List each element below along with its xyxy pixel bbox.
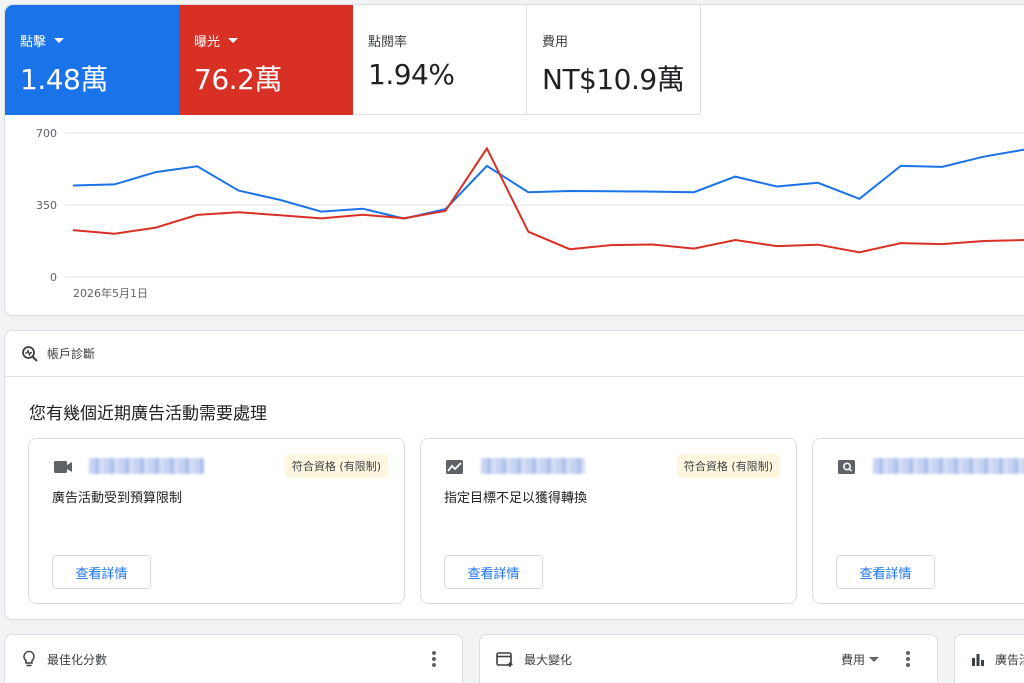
metric-value: 1.48萬 [20, 63, 108, 96]
diagnostics-header: 帳戶診斷 [5, 331, 1024, 377]
x-tick-label: 2026年5月1日 [73, 286, 148, 300]
campaign-issue: 指定目標不足以獲得轉換 [444, 491, 588, 506]
more-options-icon[interactable] [432, 651, 436, 667]
view-details-button[interactable]: 查看詳情 [52, 555, 151, 589]
video-camera-icon [54, 461, 72, 473]
campaign-name-redacted [89, 458, 204, 474]
metric-impressions[interactable]: 曝光 76.2萬 [179, 5, 353, 115]
campaign-issue: 廣告活動受到預算限制 [52, 491, 183, 506]
performance-line-chart: 700 350 0 2026年5月1日 [36, 127, 1024, 300]
more-options-icon[interactable] [906, 651, 910, 667]
metric-filter-label: 費用 [841, 653, 866, 667]
search-ad-icon [838, 460, 855, 474]
metric-ctr[interactable]: 點閱率 1.94% [353, 5, 527, 115]
campaign-card[interactable]: 符合資格 (有限制) 指定目標不足以獲得轉換 查看詳情 [420, 438, 797, 604]
diagnostics-header-label: 帳戶診斷 [47, 347, 96, 361]
status-badge: 符合資格 (有限制) [676, 454, 780, 478]
diagnostics-search-icon [22, 345, 38, 362]
campaigns-card: 廣告活 [954, 634, 1024, 683]
card-title: 廣告活 [995, 652, 1024, 667]
metric-filter-dropdown[interactable]: 費用 [841, 651, 880, 668]
chevron-down-icon [869, 657, 880, 662]
campaign-name-redacted [873, 458, 1024, 474]
diagnostics-title: 您有幾個近期廣告活動需要處理 [29, 404, 267, 424]
lightbulb-icon [23, 650, 35, 667]
trend-chart-icon [446, 460, 463, 474]
metric-value: NT$10.9萬 [542, 63, 685, 96]
chevron-down-icon [228, 38, 239, 43]
calendar-add-icon [496, 652, 513, 667]
y-tick-label: 0 [50, 271, 57, 284]
metric-label: 點閱率 [368, 35, 408, 50]
metric-label: 點擊 [20, 35, 47, 50]
metric-cost[interactable]: 費用 NT$10.9萬 [527, 5, 701, 115]
metric-value: 76.2萬 [194, 63, 282, 96]
card-title: 最大變化 [524, 652, 573, 667]
y-tick-label: 350 [36, 199, 57, 212]
biggest-changes-card: 最大變化 費用 [479, 634, 938, 683]
campaign-card[interactable]: 查看詳情 [812, 438, 1024, 604]
y-tick-label: 700 [36, 127, 57, 140]
metric-value: 1.94% [368, 58, 455, 91]
account-diagnostics-card: 帳戶診斷 您有幾個近期廣告活動需要處理 符合資格 (有限制) 廣告活動受到預算限… [4, 330, 1024, 620]
view-details-button[interactable]: 查看詳情 [444, 555, 543, 589]
series-line-0 [72, 148, 1024, 220]
campaign-card[interactable]: 符合資格 (有限制) 廣告活動受到預算限制 查看詳情 [28, 438, 405, 604]
card-title: 最佳化分數 [47, 652, 108, 667]
performance-card: 點擊 1.48萬 曝光 76.2萬 點閱率 1.94% 費用 NT$10.9萬 … [4, 4, 1024, 316]
view-details-button[interactable]: 查看詳情 [836, 555, 935, 589]
metric-clicks[interactable]: 點擊 1.48萬 [5, 5, 179, 115]
bar-chart-icon [972, 654, 984, 666]
campaign-name-redacted [481, 458, 585, 474]
optimization-score-card: 最佳化分數 [4, 634, 463, 683]
chevron-down-icon [54, 38, 65, 43]
status-badge: 符合資格 (有限制) [284, 454, 388, 478]
metric-label: 費用 [542, 35, 569, 50]
metric-label: 曝光 [194, 35, 221, 50]
series-line-1 [72, 146, 1024, 254]
